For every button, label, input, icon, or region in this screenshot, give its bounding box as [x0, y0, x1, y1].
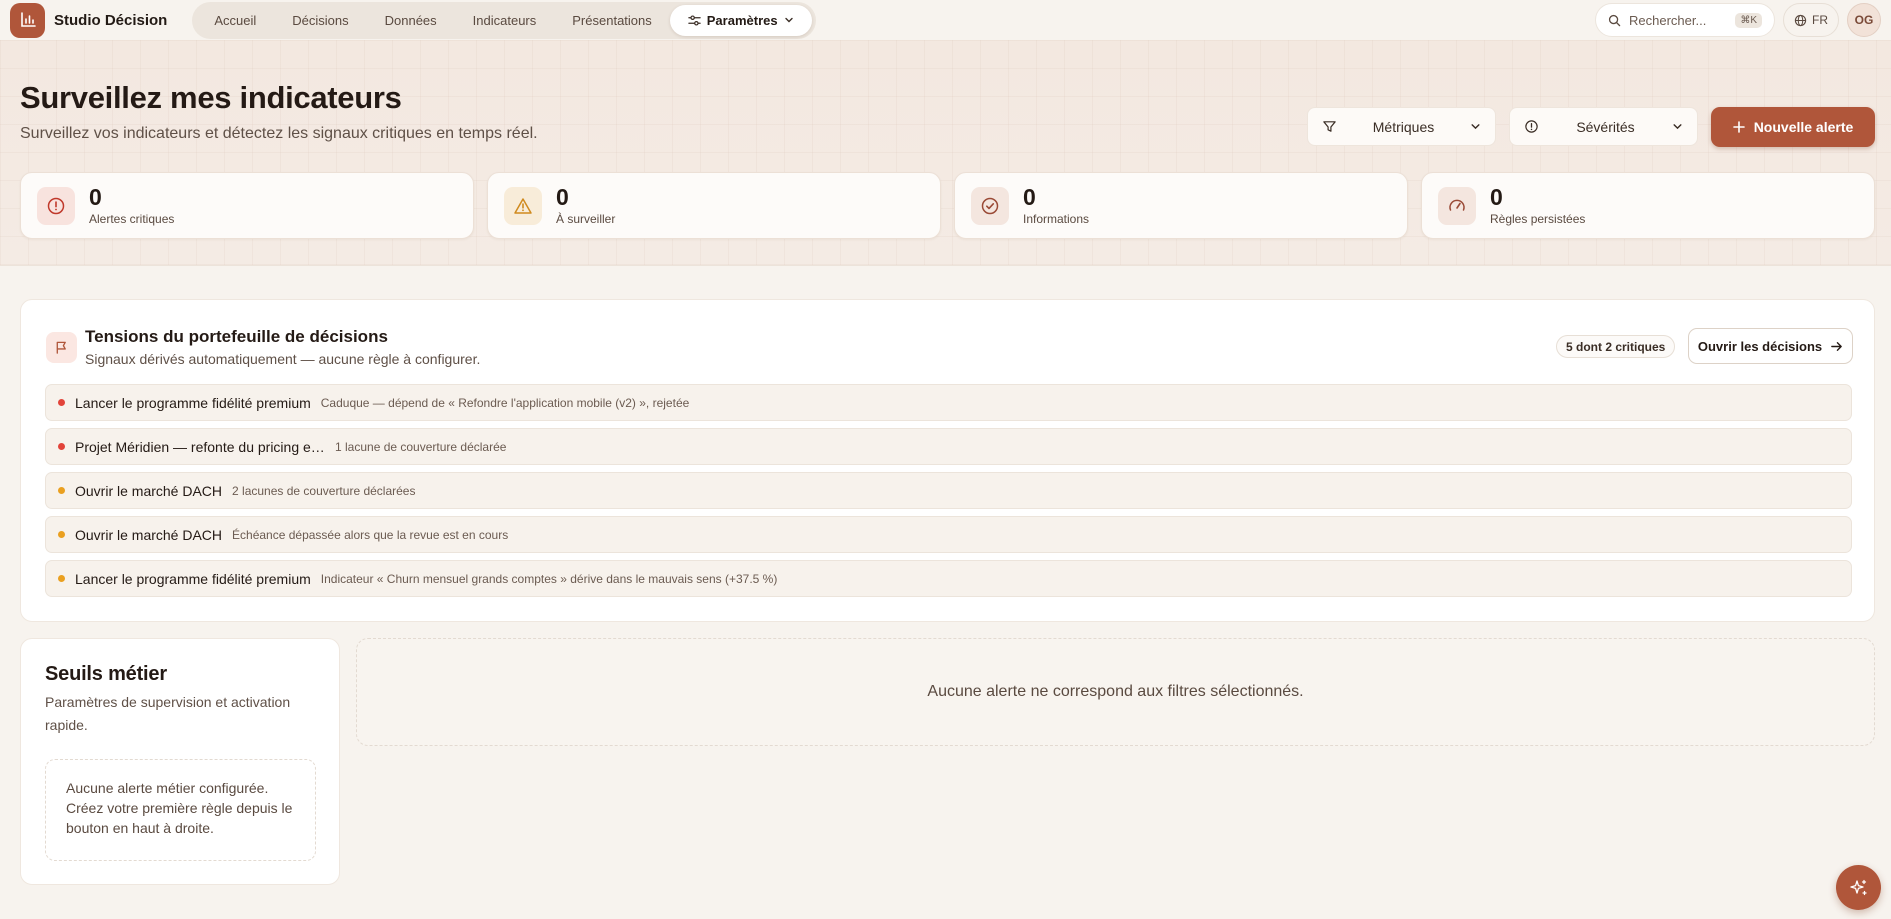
bar-chart-icon [20, 12, 36, 27]
tension-title: Projet Méridien — refonte du pricing ent… [75, 438, 325, 455]
critical-dot [58, 443, 65, 450]
warning-dot [58, 575, 65, 582]
severities-filter[interactable]: Sévérités [1509, 107, 1698, 146]
tension-row[interactable]: Ouvrir le marché DACH Échéance dépassée … [45, 516, 1852, 553]
filter-icon [1323, 121, 1336, 132]
stat-persisted-rules: 0 Règles persistées [1421, 172, 1875, 239]
tension-desc: 1 lacune de couverture déclarée [335, 439, 507, 454]
chevron-down-icon [1673, 124, 1682, 130]
metrics-filter-label: Métriques [1372, 118, 1435, 135]
arrow-right-icon [1831, 341, 1842, 351]
tension-desc: Indicateur « Churn mensuel grands compte… [320, 571, 778, 586]
tension-title: Lancer le programme fidélité premium [75, 394, 311, 411]
business-thresholds-card: Seuils métier Paramètres de supervision … [20, 638, 340, 885]
stat-label: Alertes critiques [89, 212, 175, 226]
nav-indicateurs[interactable]: Indicateurs [455, 5, 555, 36]
stat-value: 0 [89, 184, 102, 210]
stat-label: Informations [1023, 212, 1090, 226]
avatar[interactable]: OG [1847, 3, 1881, 37]
stat-label: À surveiller [556, 212, 616, 226]
nav-label: Données [384, 12, 437, 28]
language-code: FR [1812, 13, 1828, 27]
nav-decisions[interactable]: Décisions [274, 5, 366, 36]
metrics-filter[interactable]: Métriques [1307, 107, 1496, 146]
warning-dot [58, 531, 65, 538]
tension-row[interactable]: Projet Méridien — refonte du pricing ent… [45, 428, 1852, 465]
alert-circle-icon [37, 186, 75, 225]
sliders-icon [688, 14, 701, 26]
nav-label: Accueil [214, 12, 257, 28]
page-title: Surveillez mes indicateurs [20, 80, 402, 115]
language-switcher[interactable]: FR [1783, 3, 1839, 37]
warning-dot [58, 487, 65, 494]
thresholds-empty-state: Aucune alerte métier configurée. Créez v… [45, 759, 316, 861]
stat-informations: 0 Informations [954, 172, 1408, 239]
info-circle-icon [1525, 120, 1538, 133]
nav-label: Paramètres [706, 12, 778, 28]
nav-presentations[interactable]: Présentations [554, 5, 670, 36]
nav-accueil[interactable]: Accueil [196, 5, 274, 36]
check-circle-icon [971, 186, 1009, 225]
main-nav: Accueil Décisions Données Indicateurs Pr… [192, 1, 816, 39]
tensions-title: Tensions du portefeuille de décisions [85, 327, 388, 346]
new-alert-label: Nouvelle alerte [1753, 119, 1854, 135]
logo[interactable] [10, 2, 45, 38]
tensions-list: Lancer le programme fidélité premium Cad… [45, 384, 1852, 604]
tension-desc: Échéance dépassée alors que la revue est… [232, 527, 509, 542]
nav-label: Présentations [572, 12, 652, 28]
search-input[interactable]: Rechercher... ⌘K [1595, 3, 1775, 37]
alerts-empty-text: Aucune alerte ne correspond aux filtres … [927, 683, 1304, 700]
top-right-tools: Rechercher... ⌘K FR OG [1595, 3, 1881, 37]
search-icon [1608, 14, 1621, 26]
open-decisions-label: Ouvrir les décisions [1697, 338, 1823, 354]
tension-desc: 2 lacunes de couverture déclarées [232, 483, 416, 498]
nav-label: Décisions [292, 12, 349, 28]
nav-label: Indicateurs [472, 12, 537, 28]
flag-icon [46, 332, 77, 363]
globe-icon [1794, 14, 1807, 26]
tension-row[interactable]: Lancer le programme fidélité premium Ind… [45, 560, 1852, 597]
stat-label: Règles persistées [1490, 212, 1586, 226]
warning-triangle-icon [504, 186, 542, 225]
thresholds-title: Seuils métier [45, 663, 167, 685]
tension-desc: Caduque — dépend de « Refondre l'applica… [320, 395, 690, 410]
critical-dot [58, 399, 65, 406]
stat-value: 0 [1490, 184, 1503, 210]
plus-icon [1732, 121, 1745, 133]
tension-row[interactable]: Ouvrir le marché DACH 2 lacunes de couve… [45, 472, 1852, 509]
chevron-down-icon [1471, 124, 1480, 130]
sparkles-icon [1849, 879, 1867, 895]
brand-name: Studio Décision [54, 11, 168, 29]
open-decisions-button[interactable]: Ouvrir les décisions [1688, 328, 1853, 364]
page-subtitle: Surveillez vos indicateurs et détectez l… [20, 125, 538, 142]
tension-title: Ouvrir le marché DACH [75, 482, 223, 499]
search-shortcut: ⌘K [1735, 12, 1762, 28]
nav-parametres[interactable]: Paramètres [669, 4, 812, 36]
gauge-icon [1438, 186, 1476, 225]
search-placeholder: Rechercher... [1629, 12, 1707, 28]
tensions-count-badge: 5 dont 2 critiques [1556, 335, 1676, 358]
portfolio-tensions-card: Tensions du portefeuille de décisions Si… [20, 299, 1875, 622]
assistant-button[interactable] [1836, 865, 1881, 910]
top-navigation: Studio Décision Accueil Décisions Donnée… [0, 0, 1891, 40]
tensions-subtitle: Signaux dérivés automatiquement — aucune… [85, 351, 481, 367]
new-alert-button[interactable]: Nouvelle alerte [1711, 107, 1875, 147]
stat-value: 0 [556, 184, 569, 210]
stat-to-watch: 0 À surveiller [487, 172, 941, 239]
severities-filter-label: Sévérités [1576, 118, 1635, 135]
avatar-initials: OG [1854, 13, 1874, 27]
hero-section: Surveillez mes indicateurs Surveillez vo… [0, 40, 1891, 266]
alerts-empty-state: Aucune alerte ne correspond aux filtres … [356, 638, 1875, 746]
tension-row[interactable]: Lancer le programme fidélité premium Cad… [45, 384, 1852, 421]
tension-title: Ouvrir le marché DACH [75, 526, 223, 543]
nav-donnees[interactable]: Données [367, 5, 455, 36]
tension-title: Lancer le programme fidélité premium [75, 570, 311, 587]
chevron-down-icon [784, 17, 793, 23]
stat-critical-alerts: 0 Alertes critiques [20, 172, 474, 239]
stat-value: 0 [1023, 184, 1036, 210]
thresholds-subtitle: Paramètres de supervision et activation … [45, 694, 291, 733]
